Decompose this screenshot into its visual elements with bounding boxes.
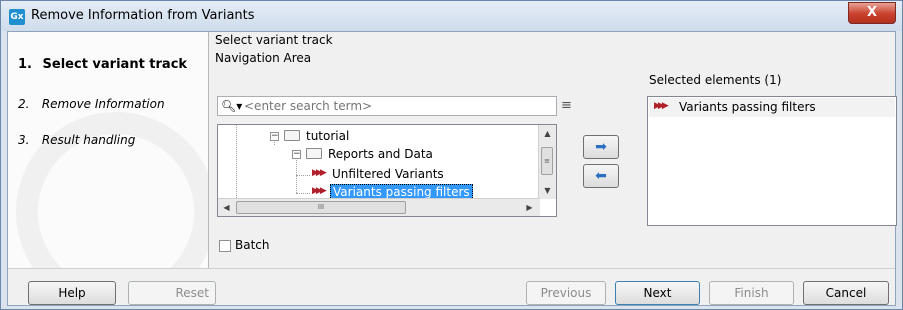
scroll-up-icon[interactable]: ▲ <box>540 126 555 141</box>
batch-option[interactable]: Batch <box>219 238 270 252</box>
wizard-steps-panel: 1. Select variant track 2. Remove Inform… <box>8 32 209 268</box>
scroll-thumb[interactable]: III <box>236 201 406 214</box>
step-label: Result handling <box>41 133 136 147</box>
arrow-right-icon: ➡ <box>595 139 607 155</box>
search-icon[interactable]: 🔍︎▾ <box>221 99 242 113</box>
dialog-body: 1. Select variant track 2. Remove Inform… <box>7 31 897 307</box>
selected-item[interactable]: ▶▶▶ Variants passing filters <box>649 98 895 117</box>
scroll-left-icon[interactable]: ◀ <box>219 200 234 215</box>
step-label: Remove Information <box>41 97 165 111</box>
step-number: 2. <box>18 97 30 111</box>
tree-item-label: Unfiltered Variants <box>332 167 444 181</box>
remove-from-selection-button[interactable]: ⬅ <box>583 164 619 188</box>
previous-button[interactable]: Previous <box>526 281 606 305</box>
variant-track-icon: ▶▶▶ <box>312 168 327 178</box>
add-to-selection-button[interactable]: ➡ <box>583 135 619 159</box>
selected-item-label: Variants passing filters <box>679 100 816 114</box>
variant-track-icon: ▶▶▶ <box>654 101 669 111</box>
tree-horizontal-scrollbar[interactable]: ◀ III ▶ <box>218 198 540 216</box>
step-select-variant-track: 1. Select variant track <box>18 57 187 72</box>
search-box: 🔍︎▾ <box>217 96 557 116</box>
search-input[interactable] <box>244 98 544 114</box>
scroll-right-icon[interactable]: ▶ <box>522 200 537 215</box>
collapse-icon[interactable]: − <box>270 132 279 141</box>
scroll-thumb[interactable]: ≡ <box>541 147 553 175</box>
title-bar[interactable]: Gx Remove Information from Variants X <box>1 1 902 31</box>
window-title: Remove Information from Variants <box>31 8 255 23</box>
tree-guide-line <box>296 175 310 176</box>
variant-track-icon: ▶▶▶ <box>312 186 327 196</box>
finish-button[interactable]: Finish <box>709 281 794 305</box>
tree-guide-line <box>236 125 237 200</box>
tree-item-label: Reports and Data <box>328 147 433 161</box>
reset-button[interactable]: Reset <box>128 281 216 305</box>
step-number: 3. <box>18 133 30 147</box>
navigation-tree[interactable]: − tutorial − Reports and Data ▶▶▶ Unfilt… <box>217 124 557 217</box>
arrow-left-icon: ⬅ <box>595 168 607 184</box>
tree-guide-line <box>296 193 310 194</box>
folder-icon <box>306 148 322 159</box>
collapse-icon[interactable]: − <box>292 150 301 159</box>
dialog-footer: Help Reset Previous Next Finish Cancel <box>8 268 895 307</box>
tree-item-label: tutorial <box>306 129 350 143</box>
selected-elements-list[interactable]: ▶▶▶ Variants passing filters <box>647 96 897 226</box>
batch-checkbox[interactable] <box>219 239 231 252</box>
help-button[interactable]: Help <box>28 281 116 305</box>
app-icon: Gx <box>9 9 25 25</box>
next-button[interactable]: Next <box>615 281 700 305</box>
section-label: Select variant track <box>215 33 333 47</box>
step-label: Select variant track <box>42 57 188 72</box>
close-button[interactable]: X <box>848 2 896 24</box>
navigation-area-label: Navigation Area <box>215 51 312 65</box>
filter-icon[interactable]: ≡ <box>561 98 572 113</box>
dialog-window: Gx Remove Information from Variants X 1.… <box>0 0 903 310</box>
step-remove-information: 2. Remove Information <box>18 97 165 111</box>
tree-guide-line <box>296 155 297 193</box>
cancel-button[interactable]: Cancel <box>803 281 889 305</box>
step-result-handling: 3. Result handling <box>18 133 135 147</box>
folder-icon <box>284 130 300 141</box>
scroll-down-icon[interactable]: ▼ <box>540 183 555 198</box>
tree-vertical-scrollbar[interactable]: ▲ ≡ ▼ <box>538 125 556 199</box>
batch-label: Batch <box>235 238 270 252</box>
main-panel: Select variant track Navigation Area 🔍︎▾… <box>209 32 897 268</box>
selected-elements-label: Selected elements (1) <box>649 73 782 87</box>
step-number: 1. <box>18 57 32 72</box>
